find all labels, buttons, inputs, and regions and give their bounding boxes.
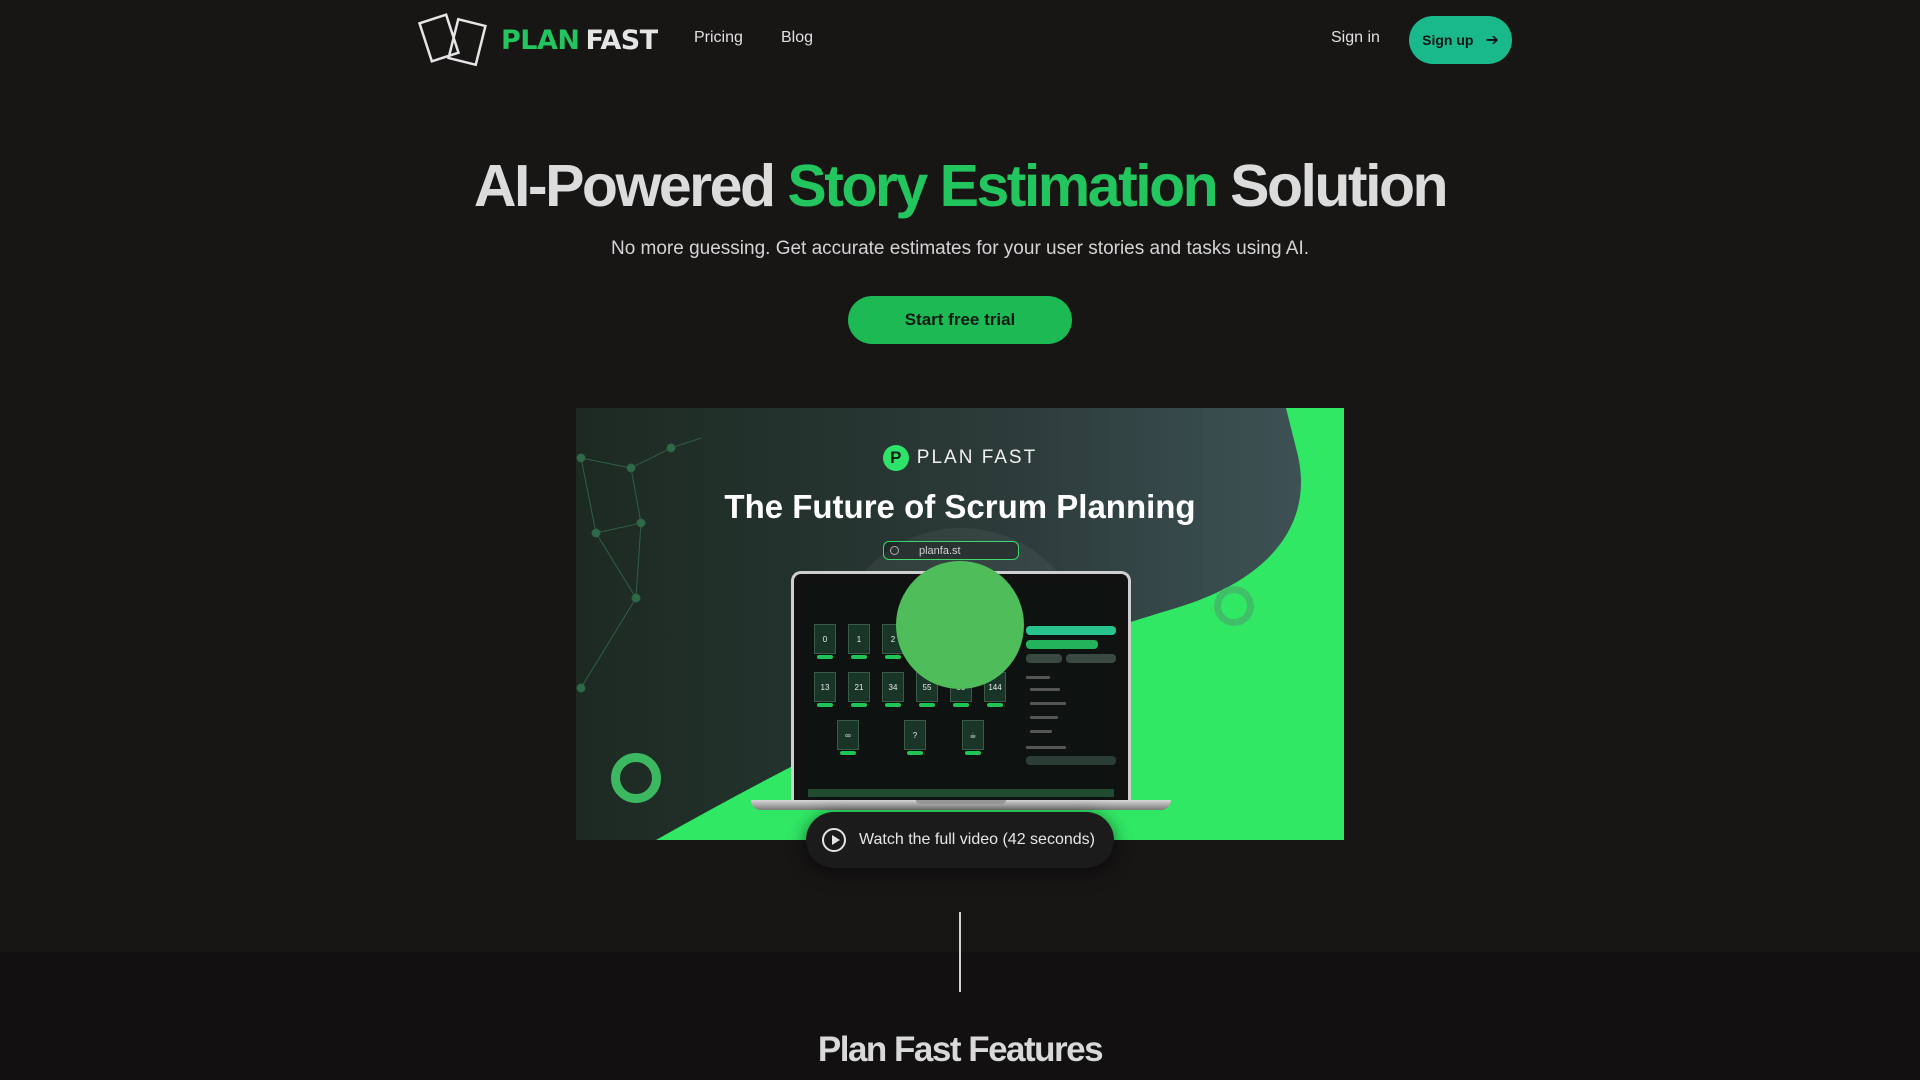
estimate-card: ☕	[962, 720, 984, 755]
app-status-pill	[1026, 626, 1116, 635]
section-divider	[959, 912, 961, 992]
estimate-card: ?	[904, 720, 926, 755]
video-headline: The Future of Scrum Planning	[724, 488, 1196, 525]
features-title: Plan Fast Features	[817, 1030, 1104, 1069]
nav-link-blog[interactable]: Blog	[781, 29, 813, 47]
play-icon	[822, 828, 846, 852]
app-text-line	[1030, 688, 1060, 691]
logo-fast-text: FAST	[585, 24, 659, 56]
hero-title-part1: AI-Powered	[473, 153, 776, 219]
logo-wordmark: PLAN FAST	[501, 25, 658, 56]
app-action-pill	[1066, 654, 1116, 663]
estimate-card: 0	[814, 624, 836, 659]
logo[interactable]: PLAN FAST	[417, 12, 658, 68]
app-text-line	[1026, 676, 1050, 679]
video-brand-logo-icon: P	[882, 445, 909, 471]
top-nav: PLAN FAST Pricing Blog Sign in Sign up ➔	[0, 0, 1920, 80]
sign-up-button[interactable]: Sign up ➔	[1409, 16, 1512, 64]
video-brand-name: PLAN FAST	[916, 447, 1038, 468]
video-preview[interactable]: P PLAN FAST The Future of Scrum Planning…	[576, 408, 1344, 840]
cursor-highlight-circle	[896, 561, 1024, 689]
app-action-pill	[1026, 756, 1116, 765]
app-text-line	[1026, 746, 1066, 749]
app-text-line	[1030, 716, 1058, 719]
ring-decoration	[611, 753, 661, 803]
estimate-card: 13	[814, 672, 836, 707]
app-action-pill	[1026, 640, 1098, 649]
laptop-notch	[916, 800, 1006, 804]
cards-logo-icon	[417, 13, 487, 67]
arrow-right-icon: ➔	[1485, 32, 1499, 49]
logo-plan-text: PLAN	[501, 24, 580, 56]
estimate-card: 1	[848, 624, 870, 659]
video-brand: P PLAN FAST	[576, 445, 1344, 471]
hero-title: AI-Powered Story Estimation Solution	[0, 152, 1920, 220]
sign-up-label: Sign up	[1422, 32, 1474, 48]
hero-subtitle: No more guessing. Get accurate estimates…	[610, 238, 1310, 259]
ring-decoration	[1214, 586, 1254, 626]
estimate-card: 34	[882, 672, 904, 707]
nav-link-pricing[interactable]: Pricing	[694, 29, 743, 47]
watch-video-label: Watch the full video (42 seconds)	[859, 831, 1095, 848]
hero-title-accent: Story Estimation	[787, 153, 1218, 219]
estimate-card: ∞	[837, 720, 859, 755]
app-text-line	[1030, 730, 1052, 733]
app-action-pill	[1026, 654, 1062, 663]
start-free-trial-button[interactable]: Start free trial	[848, 296, 1072, 344]
estimate-card: 21	[848, 672, 870, 707]
app-text-line	[1030, 702, 1066, 705]
app-bottom-bar	[808, 789, 1114, 797]
watch-video-button[interactable]: Watch the full video (42 seconds)	[806, 812, 1114, 868]
sign-in-link[interactable]: Sign in	[1331, 29, 1380, 47]
hero-title-part2: Solution	[1230, 153, 1448, 219]
